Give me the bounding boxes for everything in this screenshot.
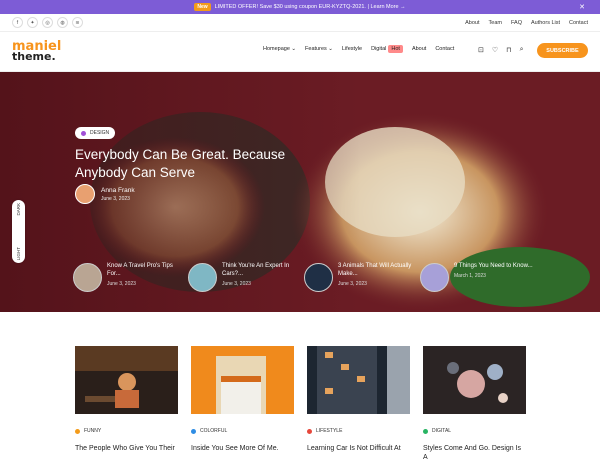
related-date: June 3, 2023 — [107, 280, 136, 287]
logo-line2: theme. — [12, 50, 56, 64]
post-date: June 3, 2023 — [101, 195, 130, 202]
promo-text[interactable]: LIMITED OFFER! Save $30 using coupon EUR… — [215, 4, 406, 10]
dribbble-icon[interactable]: ◍ — [57, 17, 68, 28]
light-mode-label[interactable]: LIGHT — [16, 247, 21, 260]
nav-about[interactable]: About — [412, 46, 426, 52]
related-thumb — [420, 263, 449, 292]
post-category-label: COLORFUL — [200, 428, 228, 434]
search-icon[interactable]: ⌕ — [520, 46, 524, 54]
instagram-icon[interactable]: ◎ — [42, 17, 53, 28]
related-thumb — [73, 263, 102, 292]
top-link-team[interactable]: Team — [489, 20, 502, 26]
post-image[interactable] — [75, 346, 178, 414]
author-name[interactable]: Anna Frank — [101, 187, 135, 194]
related-post-2[interactable]: Think You're An Expert In Cars?... June 3… — [188, 263, 302, 292]
nav-homepage[interactable]: Homepage ⌄ — [263, 46, 296, 52]
related-date: June 3, 2023 — [338, 280, 367, 287]
post-category[interactable]: DIGITAL — [423, 428, 526, 434]
category-tag-label: DESIGN — [90, 130, 110, 136]
nav-digital-label: Digital — [371, 46, 387, 52]
close-icon[interactable]: ✕ — [579, 3, 585, 11]
post-image[interactable] — [307, 346, 410, 414]
hot-badge: Hot — [388, 45, 403, 53]
dark-mode-label[interactable]: DARK — [16, 203, 21, 216]
post-category-label: LIFESTYLE — [316, 428, 343, 434]
category-tag[interactable]: DESIGN — [75, 127, 116, 139]
post-title[interactable]: Inside You See More Of Me. — [191, 444, 294, 453]
post-category-label: DIGITAL — [432, 428, 452, 434]
top-link-faq[interactable]: FAQ — [511, 20, 522, 26]
top-links: About Team FAQ Authors List Contact — [465, 20, 588, 26]
top-link-about[interactable]: About — [465, 20, 479, 26]
header-icons: ⊡ ♡ ⊓ ⌕ — [478, 46, 524, 54]
post-card[interactable]: DIGITAL Styles Come And Go. Design Is A — [423, 346, 526, 462]
category-dot — [307, 428, 312, 434]
category-dot — [191, 428, 196, 434]
post-card[interactable]: LIFESTYLE Learning Car Is Not Difficult … — [307, 346, 410, 462]
nav-digital[interactable]: Digital Hot — [371, 45, 403, 53]
related-title: 3 Animals That Will Actually Make... — [338, 263, 412, 277]
related-thumb — [304, 263, 333, 292]
top-link-authors[interactable]: Authors List — [531, 20, 560, 26]
main-header: maniel theme. Homepage ⌄ Features ⌄ Life… — [0, 32, 600, 72]
category-dot — [423, 428, 428, 434]
post-grid: FUNNY The People Who Give You Their COLO… — [75, 346, 526, 462]
promo-bar: New LIMITED OFFER! Save $30 using coupon… — [0, 0, 600, 14]
nav-contact[interactable]: Contact — [435, 46, 454, 52]
secondary-bar: f ✦ ◎ ◍ ≋ About Team FAQ Authors List Co… — [0, 14, 600, 32]
post-card[interactable]: COLORFUL Inside You See More Of Me. — [191, 346, 294, 462]
category-dot — [81, 130, 86, 136]
post-title[interactable]: Learning Car Is Not Difficult At — [307, 444, 410, 453]
logo[interactable]: maniel theme. — [12, 40, 61, 64]
post-category[interactable]: LIFESTYLE — [307, 428, 410, 434]
post-image[interactable] — [423, 346, 526, 414]
related-date: June 3, 2023 — [222, 280, 251, 287]
category-dot — [75, 428, 80, 434]
top-link-contact[interactable]: Contact — [569, 20, 588, 26]
hero-author: Anna Frank June 3, 2023 — [75, 184, 135, 204]
subscribe-button[interactable]: SUBSCRIBE — [537, 43, 588, 58]
post-image[interactable] — [191, 346, 294, 414]
hero-title[interactable]: Everybody Can Be Great. Because Anybody … — [75, 146, 315, 182]
related-title: Know A Travel Pro's Tips For... — [107, 263, 173, 277]
post-category[interactable]: FUNNY — [75, 428, 178, 434]
post-category[interactable]: COLORFUL — [191, 428, 294, 434]
twitter-icon[interactable]: ✦ — [27, 17, 38, 28]
nav-features[interactable]: Features ⌄ — [305, 46, 333, 52]
post-card[interactable]: FUNNY The People Who Give You Their — [75, 346, 178, 462]
related-title: Think You're An Expert In Cars?... — [222, 263, 290, 277]
post-category-label: FUNNY — [84, 428, 102, 434]
facebook-icon[interactable]: f — [12, 17, 23, 28]
bookmark-icon[interactable]: ⊓ — [506, 46, 511, 54]
post-title[interactable]: The People Who Give You Their — [75, 444, 178, 453]
cart-icon[interactable]: ⊡ — [478, 46, 484, 54]
related-thumb — [188, 263, 217, 292]
hero-section: DESIGN Everybody Can Be Great. Because A… — [0, 72, 600, 312]
promo-badge: New — [194, 3, 211, 11]
theme-toggle[interactable]: DARK LIGHT — [12, 200, 25, 263]
post-title[interactable]: Styles Come And Go. Design Is A — [423, 444, 526, 462]
social-links: f ✦ ◎ ◍ ≋ — [12, 17, 83, 28]
heart-icon[interactable]: ♡ — [492, 46, 498, 54]
nav-lifestyle[interactable]: Lifestyle — [342, 46, 362, 52]
related-title: 9 Things You Need to Know... — [454, 263, 533, 269]
related-date: March 1, 2023 — [454, 272, 486, 279]
avatar[interactable] — [75, 184, 95, 204]
rss-icon[interactable]: ≋ — [72, 17, 83, 28]
related-post-3[interactable]: 3 Animals That Will Actually Make... June… — [304, 263, 418, 292]
main-nav: Homepage ⌄ Features ⌄ Lifestyle Digital H… — [263, 45, 454, 53]
related-post-4[interactable]: 9 Things You Need to Know... March 1, 202… — [420, 263, 534, 292]
related-post-1[interactable]: Know A Travel Pro's Tips For... June 3, 2… — [73, 263, 187, 292]
